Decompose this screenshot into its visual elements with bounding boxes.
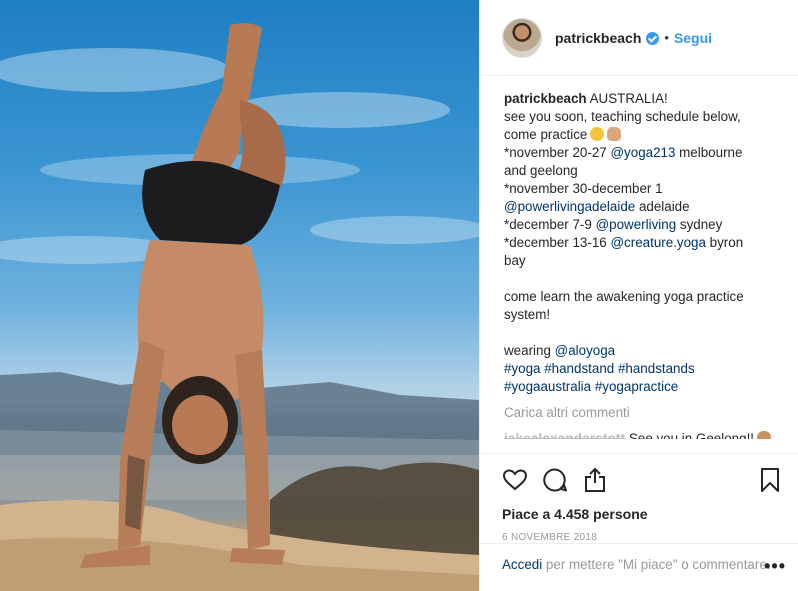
hashtag-yogapractice[interactable]: #yogapractice bbox=[595, 379, 678, 394]
comment-username[interactable]: jakealexanderstott bbox=[504, 431, 625, 439]
caption-text-line13: wearing bbox=[504, 343, 555, 358]
post-photo[interactable] bbox=[0, 0, 479, 591]
post-date: 6 NOVEMBRE 2018 bbox=[502, 532, 598, 543]
caption-text-line1: AUSTRALIA! bbox=[586, 91, 668, 106]
header-username[interactable]: patrickbeach bbox=[555, 30, 641, 46]
comment-text: See you in Geelong!! bbox=[628, 431, 755, 439]
smile-emoji-icon bbox=[590, 127, 605, 141]
ok-hand-emoji-icon bbox=[757, 431, 772, 439]
separator-dot: • bbox=[664, 30, 669, 45]
comment-icon[interactable] bbox=[542, 467, 568, 493]
caption-text-line5: and geelong bbox=[504, 163, 578, 178]
heart-icon[interactable] bbox=[502, 467, 528, 493]
hashtag-yogaaustralia[interactable]: #yogaaustralia bbox=[504, 379, 591, 394]
mention-aloyoga[interactable]: @aloyoga bbox=[555, 343, 616, 358]
load-more-comments-button[interactable]: Carica altri commenti bbox=[504, 404, 776, 422]
caption-text-line7-end: adelaide bbox=[635, 199, 690, 214]
hashtag-handstands[interactable]: #handstands bbox=[618, 361, 695, 376]
post-caption: patrickbeach AUSTRALIA! see you soon, te… bbox=[504, 90, 776, 396]
post-sidebar: patrickbeach • Segui patrickbeach AUSTRA… bbox=[479, 0, 798, 591]
caption-text-line12: system! bbox=[504, 307, 551, 322]
likes-count[interactable]: Piace a 4.458 persone bbox=[502, 506, 783, 522]
follow-button[interactable]: Segui bbox=[674, 30, 712, 46]
handstand-photo-illustration bbox=[0, 23, 479, 591]
caption-text-line10: bay bbox=[504, 253, 526, 268]
comment-item: jakealexanderstott See you in Geelong!! bbox=[504, 430, 776, 439]
caption-text-line9-end: byron bbox=[705, 235, 744, 250]
hashtag-handstand[interactable]: #handstand bbox=[544, 361, 614, 376]
mention-powerliving[interactable]: @powerliving bbox=[596, 217, 677, 232]
caption-text-line3: come practice bbox=[504, 127, 588, 142]
avatar[interactable] bbox=[502, 17, 542, 58]
action-icon-row bbox=[502, 464, 783, 496]
caption-text-line2: see you soon, teaching schedule below, bbox=[504, 109, 741, 124]
share-icon[interactable] bbox=[582, 467, 608, 493]
post-actions: Piace a 4.458 persone 6 NOVEMBRE 2018 bbox=[480, 453, 798, 543]
more-icon[interactable]: ••• bbox=[764, 556, 786, 577]
bookmark-icon[interactable] bbox=[757, 467, 783, 493]
login-prompt: Accedi per mettere "Mi piace" o commenta… bbox=[480, 543, 798, 573]
login-link[interactable]: Accedi bbox=[502, 557, 542, 572]
post-header: patrickbeach • Segui bbox=[480, 0, 798, 76]
hashtag-yoga[interactable]: #yoga bbox=[504, 361, 540, 376]
login-prompt-text: per mettere "Mi piace" o commentare. bbox=[542, 557, 771, 572]
mention-creature-yoga[interactable]: @creature.yoga bbox=[610, 235, 705, 250]
comments-section: patrickbeach AUSTRALIA! see you soon, te… bbox=[480, 76, 798, 439]
pray-emoji-icon bbox=[607, 127, 622, 141]
caption-text-line4-end: melbourne bbox=[675, 145, 743, 160]
caption-text-line8: *december 7-9 bbox=[504, 217, 596, 232]
caption-text-line9: *december 13-16 bbox=[504, 235, 611, 250]
caption-text-line8-end: sydney bbox=[676, 217, 723, 232]
caption-text-line4: *november 20-27 bbox=[504, 145, 611, 160]
caption-username[interactable]: patrickbeach bbox=[504, 91, 587, 106]
mention-yoga213[interactable]: @yoga213 bbox=[610, 145, 675, 160]
mention-powerlivingadelaide[interactable]: @powerlivingadelaide bbox=[504, 199, 635, 214]
caption-text-line6: *november 30-december 1 bbox=[504, 181, 663, 196]
verified-icon bbox=[646, 32, 660, 45]
caption-text-line11: come learn the awakening yoga practice bbox=[504, 289, 744, 304]
